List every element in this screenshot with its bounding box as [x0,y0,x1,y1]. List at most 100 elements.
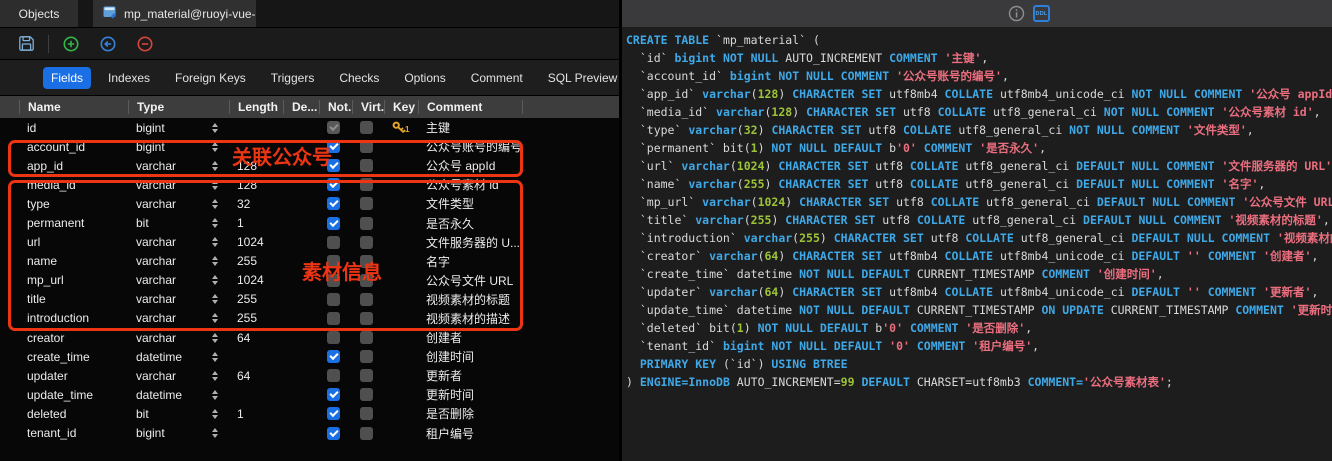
info-icon[interactable] [1008,5,1025,22]
virtual-checkbox[interactable] [360,178,373,191]
virtual-checkbox[interactable] [360,159,373,172]
type-stepper[interactable] [212,218,218,228]
field-comment-cell[interactable]: 更新时间 [418,385,619,404]
field-name-cell[interactable]: creator [19,328,128,347]
row-gutter[interactable] [0,271,19,290]
type-stepper[interactable] [212,371,218,381]
virtual-checkbox[interactable] [360,407,373,420]
subtab-comment[interactable]: Comment [463,67,531,89]
type-stepper[interactable] [212,123,218,133]
field-comment-cell[interactable]: 公众号账号的编号 [418,137,619,156]
field-comment-cell[interactable]: 文件服务器的 U... [418,233,619,252]
not-null-checkbox[interactable] [327,369,340,382]
field-name-cell[interactable]: create_time [19,347,128,366]
delete-field-button[interactable] [137,36,153,52]
table-row[interactable]: typevarchar32文件类型 [0,194,619,213]
field-decimals-cell[interactable] [283,347,319,366]
field-key-cell[interactable] [384,213,418,232]
subtab-checks[interactable]: Checks [331,67,387,89]
field-type-cell[interactable]: datetime [128,347,229,366]
column-header-name[interactable]: Name [19,100,128,114]
field-comment-cell[interactable]: 是否删除 [418,404,619,423]
row-gutter[interactable] [0,137,19,156]
sql-code[interactable]: CREATE TABLE `mp_material` ( `id` bigint… [622,27,1332,391]
field-length-cell[interactable]: 64 [229,328,283,347]
type-stepper[interactable] [212,199,218,209]
field-key-cell[interactable] [384,328,418,347]
field-length-cell[interactable]: 64 [229,366,283,385]
virtual-checkbox[interactable] [360,197,373,210]
field-name-cell[interactable]: updater [19,366,128,385]
field-key-cell[interactable] [384,252,418,271]
virtual-checkbox[interactable] [360,140,373,153]
field-key-cell[interactable] [384,175,418,194]
field-comment-cell[interactable]: 名字 [418,252,619,271]
field-key-cell[interactable]: 1 [384,118,418,137]
table-row[interactable]: tenant_idbigint租户编号 [0,424,619,443]
field-comment-cell[interactable]: 创建时间 [418,347,619,366]
row-gutter[interactable] [0,424,19,443]
not-null-checkbox[interactable] [327,159,340,172]
virtual-checkbox[interactable] [360,369,373,382]
field-name-cell[interactable]: tenant_id [19,424,128,443]
field-decimals-cell[interactable] [283,194,319,213]
field-comment-cell[interactable]: 视频素材的标题 [418,290,619,309]
field-comment-cell[interactable]: 视频素材的描述 [418,309,619,328]
tab-mp-material[interactable]: mp_material@ruoyi-vue-... [93,0,256,27]
field-length-cell[interactable]: 1024 [229,271,283,290]
subtab-options[interactable]: Options [396,67,453,89]
field-decimals-cell[interactable] [283,175,319,194]
field-name-cell[interactable]: permanent [19,213,128,232]
type-stepper[interactable] [212,333,218,343]
field-decimals-cell[interactable] [283,233,319,252]
field-type-cell[interactable]: varchar [128,290,229,309]
table-row[interactable]: app_idvarchar128公众号 appId [0,156,619,175]
field-decimals-cell[interactable] [283,118,319,137]
field-type-cell[interactable]: bigint [128,118,229,137]
field-type-cell[interactable]: varchar [128,175,229,194]
type-stepper[interactable] [212,352,218,362]
field-key-cell[interactable] [384,309,418,328]
row-gutter[interactable] [0,385,19,404]
field-type-cell[interactable]: bit [128,213,229,232]
virtual-checkbox[interactable] [360,236,373,249]
field-key-cell[interactable] [384,194,418,213]
type-stepper[interactable] [212,409,218,419]
save-button[interactable] [18,35,35,52]
subtab-sql-preview[interactable]: SQL Preview [540,67,626,89]
subtab-indexes[interactable]: Indexes [100,67,158,89]
not-null-checkbox[interactable] [327,217,340,230]
field-name-cell[interactable]: account_id [19,137,128,156]
not-null-checkbox[interactable] [327,331,340,344]
field-type-cell[interactable]: varchar [128,156,229,175]
field-decimals-cell[interactable] [283,252,319,271]
add-field-button[interactable] [63,36,79,52]
table-row[interactable]: deletedbit1是否删除 [0,404,619,423]
field-name-cell[interactable]: deleted [19,404,128,423]
type-stepper[interactable] [212,275,218,285]
field-comment-cell[interactable]: 创建者 [418,328,619,347]
table-row[interactable]: media_idvarchar128公众号素材 id [0,175,619,194]
field-comment-cell[interactable]: 主键 [418,118,619,137]
table-row[interactable]: updatervarchar64更新者 [0,366,619,385]
field-type-cell[interactable]: varchar [128,328,229,347]
field-length-cell[interactable]: 128 [229,156,283,175]
field-name-cell[interactable]: title [19,290,128,309]
field-length-cell[interactable] [229,118,283,137]
field-name-cell[interactable]: name [19,252,128,271]
field-decimals-cell[interactable] [283,309,319,328]
column-header-comment[interactable]: Comment [418,100,522,114]
table-row[interactable]: permanentbit1是否永久 [0,213,619,232]
field-decimals-cell[interactable] [283,290,319,309]
row-gutter[interactable] [0,404,19,423]
field-decimals-cell[interactable] [283,156,319,175]
not-null-checkbox[interactable] [327,312,340,325]
table-row[interactable]: creatorvarchar64 创建者 [0,328,619,347]
field-decimals-cell[interactable] [283,213,319,232]
row-gutter[interactable] [0,213,19,232]
subtab-triggers[interactable]: Triggers [263,67,323,89]
table-row[interactable]: introductionvarchar255视频素材的描述 [0,309,619,328]
insert-field-button[interactable] [100,36,116,52]
field-decimals-cell[interactable] [283,328,319,347]
tab-objects[interactable]: Objects [0,0,78,27]
